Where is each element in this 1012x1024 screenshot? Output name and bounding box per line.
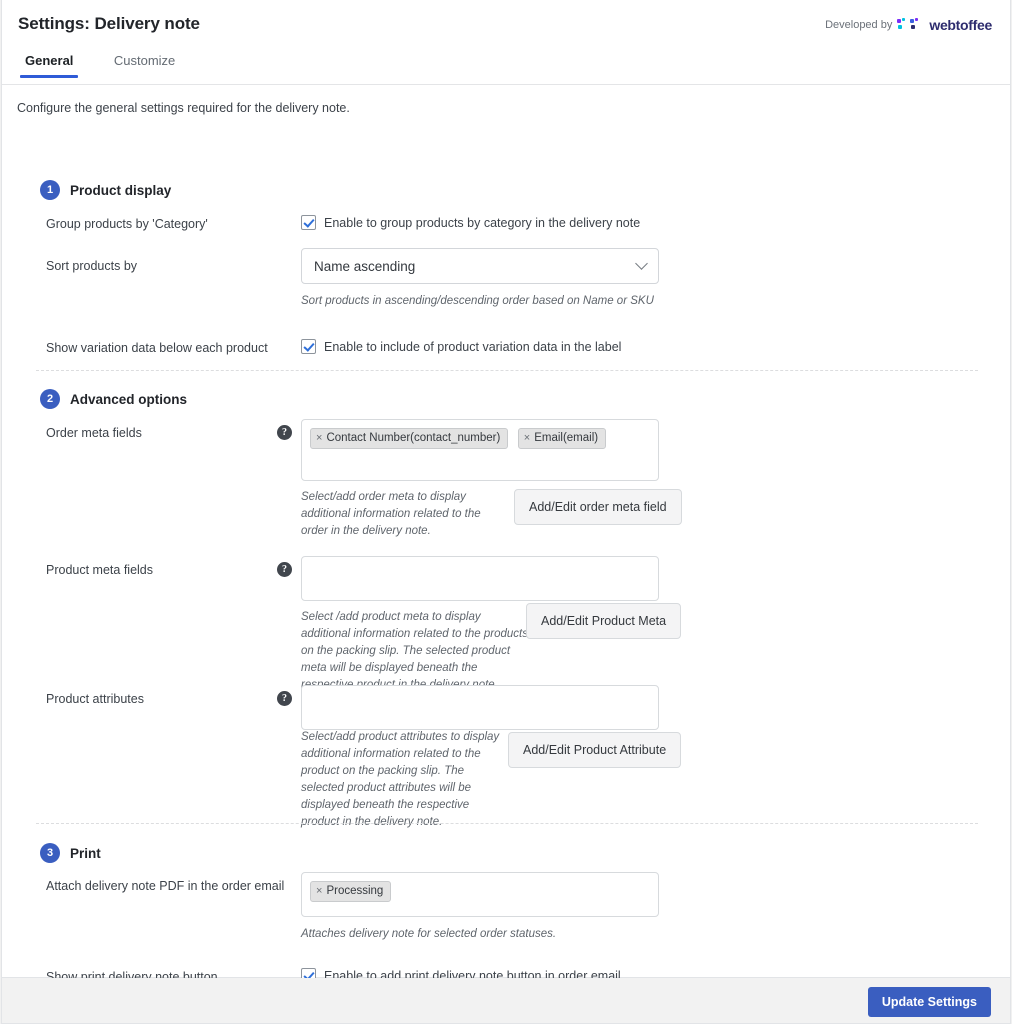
tokens-order-meta[interactable]: × Contact Number(contact_number) × Email(e…	[301, 419, 659, 481]
developed-by-label: Developed by	[825, 19, 893, 31]
row-label-product-meta: Product meta fields	[46, 563, 153, 577]
token-label: Contact Number(contact_number)	[326, 432, 501, 444]
row-label-show-variation: Show variation data below each product	[46, 341, 268, 355]
page-header: Settings: Delivery note Developed by web…	[2, 0, 1010, 52]
settings-page: Settings: Delivery note Developed by web…	[0, 0, 1012, 1024]
hint-sort-products: Sort products in ascending/descending or…	[301, 295, 654, 307]
row-label-attach-pdf: Attach delivery note PDF in the order em…	[46, 879, 285, 893]
hint-product-meta: Select /add product meta to display addi…	[301, 611, 528, 691]
footer-bar: Update Settings	[1, 978, 1011, 1024]
checkbox-show-variation[interactable]	[301, 339, 316, 354]
token-order-meta[interactable]: × Contact Number(contact_number)	[310, 428, 509, 449]
hint-attach-pdf: Attaches delivery note for selected orde…	[301, 928, 557, 940]
webtoffee-logo: webtoffee	[897, 17, 992, 33]
token-label: Email(email)	[534, 432, 599, 444]
tab-general[interactable]: General	[19, 53, 79, 78]
webtoffee-name: webtoffee	[929, 17, 992, 33]
section-1-title: Product display	[70, 182, 172, 198]
row-label-product-attributes: Product attributes	[46, 692, 144, 706]
divider-1	[36, 370, 978, 371]
chevron-down-icon	[635, 257, 648, 270]
button-add-edit-product-attribute[interactable]: Add/Edit Product Attribute	[508, 732, 682, 768]
update-settings-button[interactable]: Update Settings	[867, 987, 991, 1017]
select-sort-products[interactable]: Name ascending	[301, 248, 659, 284]
tokens-product-meta[interactable]	[301, 556, 659, 601]
section-3-title: Print	[70, 845, 101, 861]
token-label: Processing	[326, 885, 384, 897]
section-1-number: 1	[40, 180, 60, 200]
tokens-order-statuses[interactable]: × Processing	[301, 872, 659, 917]
checkbox-show-variation-wrapper[interactable]: Enable to include of product variation d…	[301, 339, 621, 354]
help-icon-product-meta[interactable]: ?	[277, 562, 292, 577]
page-title: Settings: Delivery note	[18, 14, 200, 33]
button-add-edit-product-meta[interactable]: Add/Edit Product Meta	[526, 603, 682, 639]
tab-customize[interactable]: Customize	[111, 53, 178, 77]
row-label-sort-products: Sort products by	[46, 259, 138, 273]
token-order-meta[interactable]: × Email(email)	[517, 428, 607, 449]
token-remove-icon[interactable]: ×	[524, 431, 530, 445]
hint-product-attributes: Select/add product attributes to display…	[301, 731, 500, 828]
hint-order-meta: Select/add order meta to display additio…	[301, 491, 481, 537]
settings-card: Settings: Delivery note Developed by web…	[1, 0, 1011, 984]
tokens-product-attributes[interactable]	[301, 685, 659, 730]
section-2-title: Advanced options	[70, 391, 188, 407]
divider-2	[36, 823, 978, 824]
help-icon-order-meta[interactable]: ?	[277, 425, 292, 440]
select-sort-products-value: Name ascending	[314, 258, 416, 274]
row-label-group-products: Group products by 'Category'	[46, 217, 208, 231]
webtoffee-mark-icon	[897, 18, 926, 32]
section-3-header: 3 Print	[40, 843, 101, 863]
section-1-header: 1 Product display	[40, 180, 171, 200]
intro-text: Configure the general settings required …	[17, 101, 350, 115]
token-remove-icon[interactable]: ×	[316, 884, 322, 898]
checkbox-show-variation-label: Enable to include of product variation d…	[324, 339, 622, 354]
token-remove-icon[interactable]: ×	[316, 431, 322, 445]
section-3-number: 3	[40, 843, 60, 863]
checkbox-group-products-label: Enable to group products by category in …	[324, 215, 641, 230]
tab-bar: General Customize	[2, 52, 1010, 85]
section-2-header: 2 Advanced options	[40, 389, 187, 409]
row-label-order-meta: Order meta fields	[46, 426, 142, 440]
token-order-status[interactable]: × Processing	[310, 881, 392, 902]
checkbox-group-products[interactable]	[301, 215, 316, 230]
help-icon-product-attributes[interactable]: ?	[277, 691, 292, 706]
checkbox-group-products-wrapper[interactable]: Enable to group products by category in …	[301, 215, 640, 230]
button-add-edit-order-meta[interactable]: Add/Edit order meta field	[514, 489, 682, 525]
developed-by: Developed by webtoffee	[825, 17, 992, 33]
section-2-number: 2	[40, 389, 60, 409]
